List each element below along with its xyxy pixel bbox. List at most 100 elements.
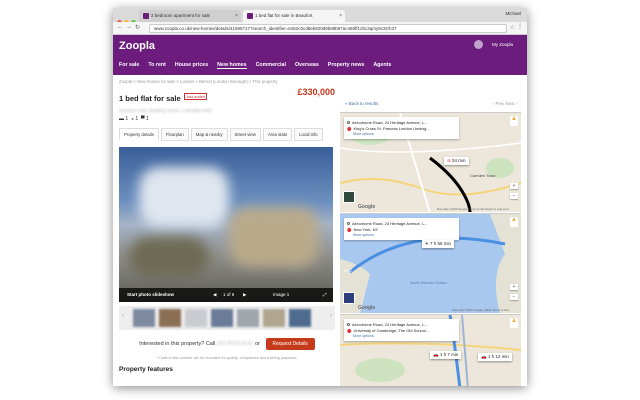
origin-text[interactable]: Aerodrome Road, 24 Heritage Avenue, L... <box>352 120 428 125</box>
zoopla-favicon-icon <box>143 13 149 19</box>
prev-photo-icon[interactable]: ◀ <box>213 292 216 298</box>
underground-icon: ⊖ <box>447 158 451 163</box>
pegman-icon[interactable]: ♟ <box>510 116 518 126</box>
destination-text[interactable]: King's Cross St. Pancras London Underg..… <box>353 126 429 131</box>
thumbnail[interactable] <box>211 309 233 327</box>
next-photo-icon[interactable]: ▶ <box>243 292 246 298</box>
just-added-badge: Just added <box>183 93 208 101</box>
thumbnail[interactable] <box>133 309 155 327</box>
thumbnail[interactable] <box>263 309 285 327</box>
property-photo[interactable]: Start photo slideshow ◀ 1 of 6 ▶ Image 1… <box>119 147 333 302</box>
satellite-toggle[interactable] <box>343 191 355 203</box>
tab-bar: 2 bedroom apartment for sale × 1 bed fla… <box>113 8 527 25</box>
fullscreen-icon[interactable]: ⤢ <box>323 292 327 297</box>
nav-agents[interactable]: Agents <box>373 62 391 69</box>
car-icon: 🚗 <box>481 354 487 359</box>
reload-icon[interactable]: ↻ <box>135 24 140 31</box>
tab-area-stats[interactable]: Area stats <box>262 128 293 141</box>
thumbnail[interactable] <box>237 309 259 327</box>
main-nav: For sale To rent House prices New homes … <box>119 62 391 69</box>
car-icon: 🚗 <box>433 352 439 357</box>
more-options-link[interactable]: More options <box>347 334 456 338</box>
origin-icon <box>347 121 350 124</box>
zoopla-logo[interactable]: Zoopla <box>119 40 155 52</box>
nav-to-rent[interactable]: To rent <box>148 62 166 69</box>
nav-for-sale[interactable]: For sale <box>119 62 139 69</box>
bookmark-star-icon[interactable]: ☆ <box>510 24 515 31</box>
directions-card-1: Aerodrome Road, 24 Heritage Avenue, L...… <box>344 117 459 139</box>
thumbnail[interactable] <box>185 309 207 327</box>
pegman-icon[interactable]: ♟ <box>510 217 518 227</box>
thumbnail[interactable] <box>289 309 311 327</box>
eta-text: 7 h 56 min <box>430 241 452 246</box>
thumbs-right-icon[interactable]: › <box>330 313 332 319</box>
origin-text[interactable]: Aerodrome Road, 24 Heritage Avenue, L... <box>352 221 428 226</box>
start-slideshow-button[interactable]: Start photo slideshow <box>127 292 174 297</box>
slideshow-bar: Start photo slideshow ◀ 1 of 6 ▶ Image 1… <box>119 288 333 302</box>
more-options-link[interactable]: More options <box>347 233 456 237</box>
close-tab-icon[interactable]: × <box>235 10 238 22</box>
thumbnail-strip: ‹ › <box>119 306 335 330</box>
nav-overseas[interactable]: Overseas <box>295 62 319 69</box>
browser-menu-icon[interactable]: ⋮ <box>517 23 523 30</box>
map-copyright[interactable]: Map data ©2016 Google Terms of Use Repor… <box>437 207 509 211</box>
nav-house-prices[interactable]: House prices <box>175 62 208 69</box>
browser-tab-2[interactable]: 1 bed flat for sale in Beaufort × <box>243 10 345 22</box>
zoom-out-button[interactable]: − <box>510 193 518 199</box>
eta-text: 1 h 7 min <box>439 352 459 357</box>
origin-text[interactable]: Aerodrome Road, 24 Heritage Avenue, L... <box>352 322 428 327</box>
baths-count: 1 <box>135 116 139 122</box>
back-to-results-link[interactable]: « Back to results <box>345 101 378 106</box>
close-tab-icon[interactable]: × <box>339 10 342 22</box>
origin-icon <box>347 323 350 326</box>
browser-tab-1[interactable]: 2 bedroom apartment for sale × <box>139 10 241 22</box>
forward-arrow-icon[interactable]: → <box>126 24 132 30</box>
zoopla-favicon-icon <box>247 13 253 19</box>
destination-text[interactable]: New York, NY <box>353 227 378 232</box>
directions-card-3: Aerodrome Road, 24 Heritage Avenue, L...… <box>344 319 459 341</box>
tab-local-info[interactable]: Local info <box>294 128 323 141</box>
commute-map-2[interactable]: Aerodrome Road, 24 Heritage Avenue, L...… <box>340 213 521 313</box>
listing-panel: 1 bed flat for sale Just added £330,000 B… <box>119 87 335 373</box>
thumbnail[interactable] <box>159 309 181 327</box>
breadcrumb[interactable]: Zoopla > New homes for sale > London > B… <box>113 75 527 87</box>
tab-property-details[interactable]: Property details <box>119 128 159 141</box>
tab-map-nearby[interactable]: Map & nearby <box>190 128 228 141</box>
destination-text[interactable]: University of Cambridge, The Old School.… <box>353 328 429 333</box>
request-details-button[interactable]: Request Details <box>265 338 315 350</box>
url-input[interactable]: www.zoopla.co.uk/new-homes/details/41595… <box>149 24 507 33</box>
address-bar-row: ← → ↻ www.zoopla.co.uk/new-homes/details… <box>113 22 527 35</box>
origin-row: Aerodrome Road, 24 Heritage Avenue, L... <box>347 221 456 226</box>
tab-street-view[interactable]: Street view <box>229 128 261 141</box>
my-zoopla-link[interactable]: My Zoopla <box>492 42 513 47</box>
nav-new-homes[interactable]: New homes <box>217 62 247 69</box>
browser-user[interactable]: Michael <box>505 11 521 16</box>
satellite-toggle[interactable] <box>343 292 355 304</box>
destination-row: ⬤ New York, NY <box>347 227 456 232</box>
map-copyright[interactable]: Map data ©2016 Google, INEGI Terms of Us… <box>452 308 509 312</box>
zoom-in-button[interactable]: + <box>510 183 518 189</box>
nav-commercial[interactable]: Commercial <box>256 62 286 69</box>
agent-phone[interactable]: 020 8033 8147 <box>217 341 254 347</box>
commute-map-3[interactable]: Aerodrome Road, 24 Heritage Avenue, L...… <box>340 314 521 386</box>
eta-badge: ✈ 7 h 56 min <box>422 240 455 248</box>
nav-property-news[interactable]: Property news <box>328 62 365 69</box>
avatar-icon[interactable] <box>474 40 483 49</box>
destination-row: ⬤ King's Cross St. Pancras London Underg.… <box>347 126 456 131</box>
thumbs-left-icon[interactable]: ‹ <box>122 313 124 319</box>
site-header: Zoopla My Zoopla For sale To rent House … <box>113 35 527 75</box>
origin-icon <box>347 222 350 225</box>
prev-next-links[interactable]: ‹ Prev Next › <box>493 101 517 106</box>
commute-map-1[interactable]: Aerodrome Road, 24 Heritage Avenue, L...… <box>340 112 521 212</box>
sofa-icon: ▀ <box>140 116 145 122</box>
receptions-count: 1 <box>145 116 149 122</box>
tab-floorplan[interactable]: Floorplan <box>160 128 189 141</box>
zoom-out-button[interactable]: − <box>510 294 518 300</box>
place-label: NYC <box>344 268 353 273</box>
tab-title: 1 bed flat for sale in Beaufort <box>255 13 313 18</box>
pegman-icon[interactable]: ♟ <box>510 318 518 328</box>
zoom-in-button[interactable]: + <box>510 284 518 290</box>
features-heading: Property features <box>119 366 173 373</box>
back-arrow-icon[interactable]: ← <box>117 24 123 30</box>
more-options-link[interactable]: More options <box>347 132 456 136</box>
